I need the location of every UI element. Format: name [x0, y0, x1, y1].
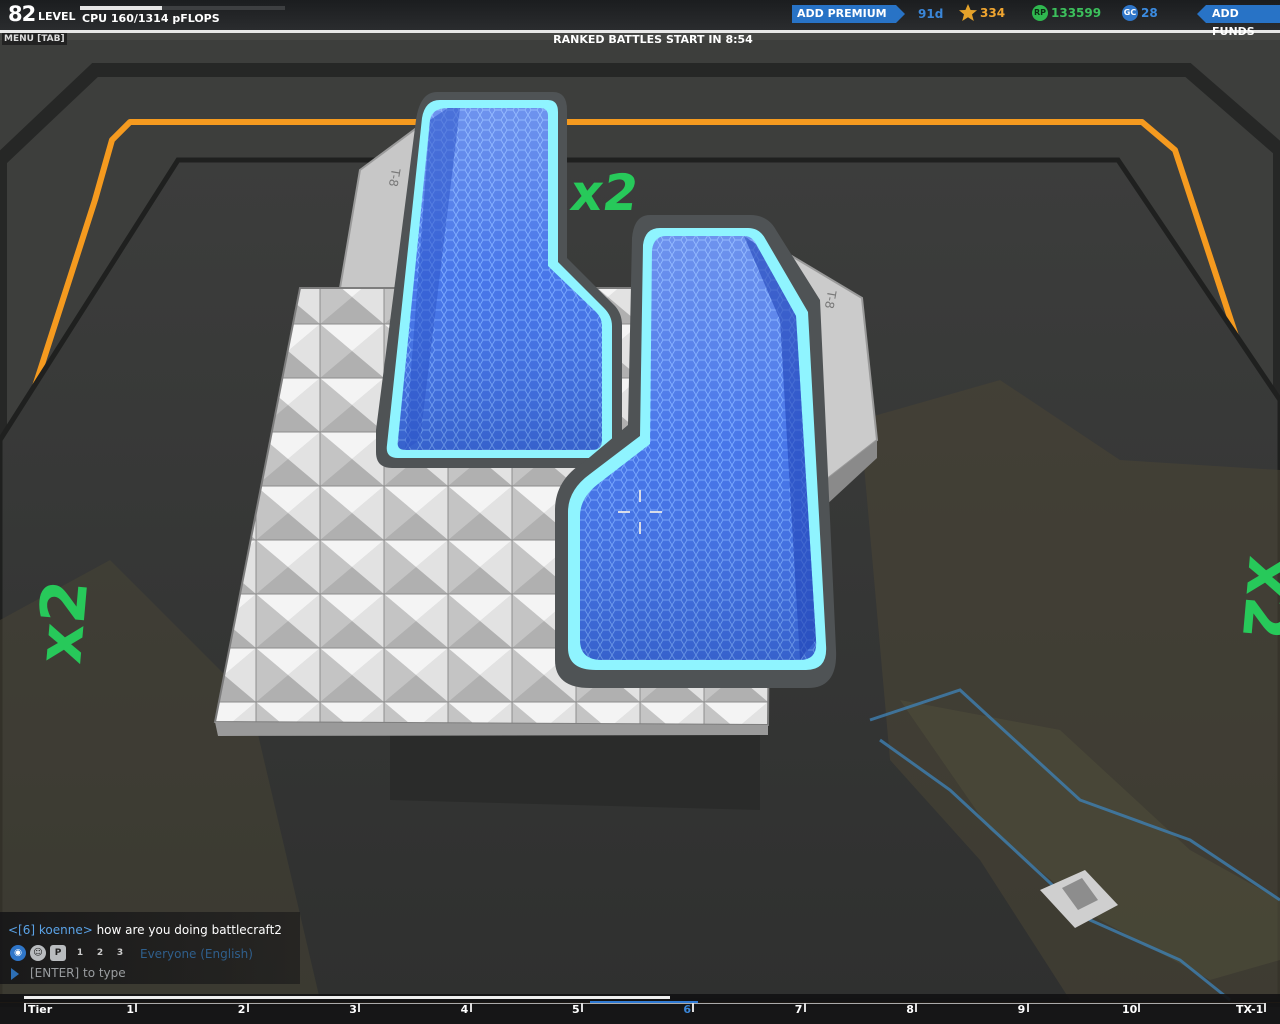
ranked-timer: RANKED BATTLES START IN 8:54: [553, 33, 753, 46]
tier-tick: [692, 1003, 695, 1012]
tier-label: 4: [460, 1003, 469, 1016]
xp-progress-fill: [80, 6, 162, 10]
tier-label: 10: [1122, 1003, 1138, 1016]
globe-icon[interactable]: ◉: [10, 945, 26, 961]
tier-tick: [358, 1003, 361, 1012]
add-funds-arrow-icon[interactable]: [1197, 5, 1206, 23]
add-premium-arrow-icon[interactable]: [896, 5, 905, 23]
tier-label: 3: [349, 1003, 357, 1016]
tier-tick: [135, 1003, 138, 1012]
galaxy-coins-value: 28: [1141, 6, 1158, 20]
tier-label: 2: [237, 1003, 246, 1016]
channel-2-icon[interactable]: 2: [92, 945, 108, 961]
zone-label-right: x2: [1228, 554, 1280, 643]
chat-input[interactable]: [ENTER] to type: [30, 966, 126, 980]
chat-panel: <[6] koenne> how are you doing battlecra…: [0, 912, 300, 986]
chat-sender: <[6] koenne>: [8, 923, 93, 937]
party-icon[interactable]: P: [50, 945, 66, 961]
tier-tick: [915, 1003, 918, 1012]
stars-value: 334: [980, 6, 1006, 20]
tier-label: 5: [572, 1003, 580, 1016]
star-icon: [959, 4, 977, 21]
channel-1-icon[interactable]: 1: [72, 945, 88, 961]
add-funds-button[interactable]: ADD FUNDS: [1206, 5, 1280, 38]
chat-text: how are you doing battlecraft2: [92, 923, 282, 937]
social-icon[interactable]: ☺: [30, 945, 46, 961]
channel-3-icon[interactable]: 3: [112, 945, 128, 961]
tier-bar: Tier 1 2 3 4 5 6 7 8 9 10 TX-1: [0, 994, 1280, 1024]
tier-label: 7: [794, 1003, 803, 1016]
player-level-number: 82: [8, 2, 36, 26]
tier-tick: [581, 1003, 583, 1012]
tier-label: 9: [1017, 1003, 1026, 1016]
zone-label-left: x2: [22, 577, 102, 666]
galaxy-coins-icon: GC: [1122, 5, 1138, 21]
tier-label: 6: [683, 1003, 692, 1016]
tier-tick: [469, 1003, 472, 1012]
tier-label: Tier: [28, 1003, 53, 1016]
game-scene[interactable]: x2 x2 x2 T-8 T-8: [0, 0, 1280, 1024]
premium-days-remaining: 91d: [918, 7, 944, 21]
chat-message: <[6] koenne> how are you doing battlecra…: [8, 923, 282, 937]
chat-caret-icon: [11, 968, 19, 980]
tier-tick: [1138, 1003, 1140, 1012]
robits-icon: RP: [1032, 5, 1048, 21]
tier-tick: [1026, 1003, 1029, 1012]
chat-channel-label[interactable]: Everyone (English): [140, 947, 253, 961]
tier-progress: [24, 996, 670, 999]
tier-tick: [1264, 1003, 1266, 1012]
tier-baseline: [24, 1003, 1266, 1004]
tier-label: 8: [906, 1003, 914, 1016]
player-level-label: LEVEL: [38, 10, 76, 23]
tier-tick: [803, 1003, 806, 1012]
cpu-label: CPU 160/1314 pFLOPS: [82, 12, 220, 25]
tier-label: 1: [126, 1003, 135, 1016]
xp-progress-bar: [80, 6, 285, 10]
add-premium-button[interactable]: ADD PREMIUM: [792, 5, 896, 23]
tier-tick: [24, 1003, 26, 1012]
robits-value: 133599: [1051, 6, 1102, 20]
zone-label-top: x2: [567, 163, 642, 222]
tier-label: TX-1: [1236, 1003, 1264, 1016]
tier-tick: [246, 1003, 249, 1012]
